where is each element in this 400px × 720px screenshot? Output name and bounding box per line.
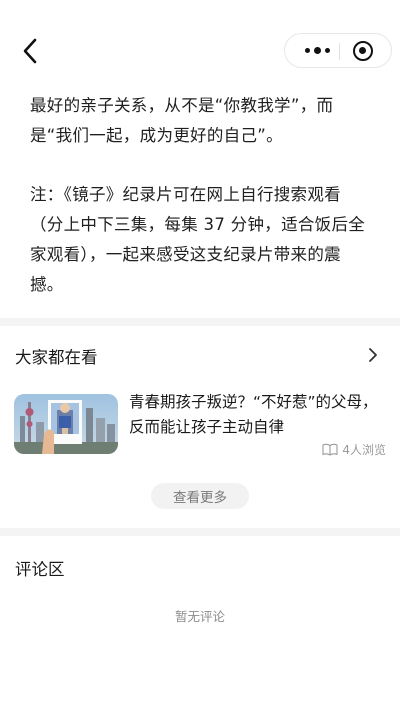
close-mini-program-button[interactable] — [349, 39, 377, 63]
chevron-left-icon — [23, 38, 37, 64]
book-icon — [322, 443, 338, 456]
no-comments-text: 暂无评论 — [174, 609, 225, 624]
section-divider — [0, 528, 400, 536]
recommended-article-card[interactable]: 青春期孩子叛逆？“不好惹”的父母，反而能让孩子主动自律 4人浏览 — [14, 386, 386, 460]
view-count-label: 4人浏览 — [342, 443, 386, 457]
chevron-right-icon — [369, 348, 377, 362]
dot-icon — [313, 47, 321, 54]
view-count: 4人浏览 — [322, 441, 386, 458]
more-options-button[interactable] — [295, 34, 339, 67]
recommend-more-arrow[interactable] — [366, 345, 380, 365]
comments-section-title: 评论区 — [15, 560, 65, 579]
mini-program-capsule — [284, 33, 392, 68]
see-more-button[interactable]: 查看更多 — [151, 483, 249, 509]
capsule-divider — [339, 43, 340, 60]
target-icon — [353, 41, 373, 61]
dot-icon — [304, 48, 310, 53]
article-body: 最好的亲子关系，从不是“你教我学”，而是“我们一起，成为更好的自己”。 注：《镜… — [0, 78, 400, 300]
recommend-section-title: 大家都在看 — [15, 348, 98, 367]
back-button[interactable] — [18, 34, 44, 68]
article-thumbnail — [14, 394, 118, 454]
article-note: 注：《镜子》纪录片可在网上自行搜索观看（分上中下三集，每集 37 分钟，适合饭后… — [30, 185, 366, 294]
dot-icon — [324, 48, 330, 53]
recommended-article-title: 青春期孩子叛逆？“不好惹”的父母，反而能让孩子主动自律 — [129, 393, 378, 436]
section-divider — [0, 318, 400, 326]
top-navigation-bar — [0, 0, 400, 78]
article-paragraph: 最好的亲子关系，从不是“你教我学”，而是“我们一起，成为更好的自己”。 — [30, 96, 334, 145]
